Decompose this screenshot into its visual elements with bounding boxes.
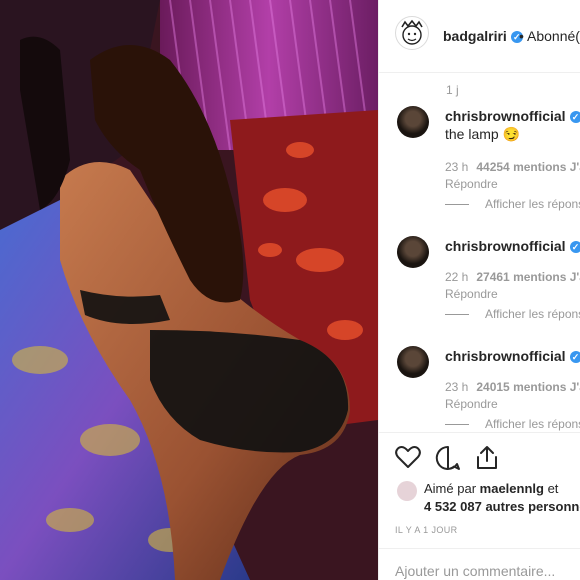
comment-item: chrisbrownofficial ✓ the lamp 😏 23 h 44254… bbox=[397, 106, 580, 216]
author-username[interactable]: badgalriri ✓ bbox=[443, 28, 523, 44]
commenter-username[interactable]: chrisbrownofficial ✓ bbox=[445, 238, 580, 254]
commenter-avatar[interactable] bbox=[397, 106, 429, 138]
follow-status[interactable]: • Abonné(e) bbox=[519, 28, 580, 44]
liker-avatar[interactable] bbox=[397, 481, 417, 501]
comment-likes[interactable]: 44254 mentions J'aime bbox=[476, 160, 580, 174]
commenter-username-text[interactable]: chrisbrownofficial bbox=[445, 108, 566, 124]
comment-likes[interactable]: 27461 mentions J'aime bbox=[476, 270, 580, 284]
liked-by-connector: et bbox=[547, 481, 559, 496]
commenter-username[interactable]: chrisbrownofficial ✓ bbox=[445, 108, 580, 124]
comment-time: 23 h bbox=[445, 160, 469, 174]
share-icon[interactable] bbox=[475, 445, 499, 471]
verified-badge-icon: ✓ bbox=[569, 351, 580, 363]
commenter-avatar[interactable] bbox=[397, 236, 429, 268]
post-panel: badgalriri✓ • Abonné(e) 1 j chrisbrownof… bbox=[378, 0, 580, 580]
view-replies-button[interactable]: Afficher les réponses bbox=[445, 197, 580, 211]
reply-button[interactable]: Répondre bbox=[445, 287, 498, 301]
post-date: IL Y A 1 JOUR bbox=[395, 525, 458, 535]
comment-text: the lamp 😏 bbox=[445, 126, 521, 142]
author-username-text[interactable]: badgalriri bbox=[443, 28, 507, 44]
liked-by-prefix: Aimé par bbox=[424, 481, 477, 496]
commenter-username[interactable]: chrisbrownofficial ✓ bbox=[445, 348, 580, 364]
comment-time: 23 h bbox=[445, 380, 469, 394]
commenter-username-text[interactable]: chrisbrownofficial bbox=[445, 348, 566, 364]
view-replies-button[interactable]: Afficher les réponses bbox=[445, 307, 580, 321]
comment-icon[interactable] bbox=[435, 445, 461, 471]
verified-badge-icon: ✓ bbox=[569, 111, 580, 123]
liked-by-user[interactable]: maelennlg bbox=[480, 481, 544, 496]
commenter-avatar[interactable] bbox=[397, 346, 429, 378]
reply-button[interactable]: Répondre bbox=[445, 397, 498, 411]
comment-item: chrisbrownofficial ✓ 22 h 27461 mentions J… bbox=[397, 236, 580, 326]
add-comment-input[interactable]: Ajouter un commentaire... bbox=[395, 563, 555, 579]
post-actions: Aimé par maelennlg et 4 532 087 autres p… bbox=[379, 432, 580, 548]
view-replies-button[interactable]: Afficher les réponses bbox=[445, 417, 580, 431]
post-time: 1 j bbox=[446, 83, 459, 97]
comment-time: 22 h bbox=[445, 270, 469, 284]
comment-likes[interactable]: 24015 mentions J'aime bbox=[476, 380, 580, 394]
heart-icon[interactable] bbox=[395, 445, 421, 469]
post-photo[interactable] bbox=[0, 0, 378, 580]
author-avatar[interactable] bbox=[395, 16, 429, 50]
post-image bbox=[0, 0, 378, 580]
post-header: badgalriri✓ • Abonné(e) bbox=[379, 0, 580, 73]
commenter-username-text[interactable]: chrisbrownofficial bbox=[445, 238, 566, 254]
liked-by-count-line: 4 532 087 autres personnes bbox=[424, 499, 580, 514]
comment-meta: 22 h 27461 mentions J'aime bbox=[445, 270, 580, 284]
likes-count[interactable]: 4 532 087 autres personnes bbox=[424, 499, 580, 514]
add-comment-bar: Ajouter un commentaire... bbox=[379, 548, 580, 580]
liked-by-line: Aimé par maelennlg et bbox=[424, 481, 558, 496]
comment-item: chrisbrownofficial ✓ 23 h 24015 mentions J… bbox=[397, 346, 580, 432]
comment-meta: 23 h 44254 mentions J'aime bbox=[445, 160, 580, 174]
reply-button[interactable]: Répondre bbox=[445, 177, 498, 191]
comment-meta: 23 h 24015 mentions J'aime bbox=[445, 380, 580, 394]
verified-badge-icon: ✓ bbox=[569, 241, 580, 253]
